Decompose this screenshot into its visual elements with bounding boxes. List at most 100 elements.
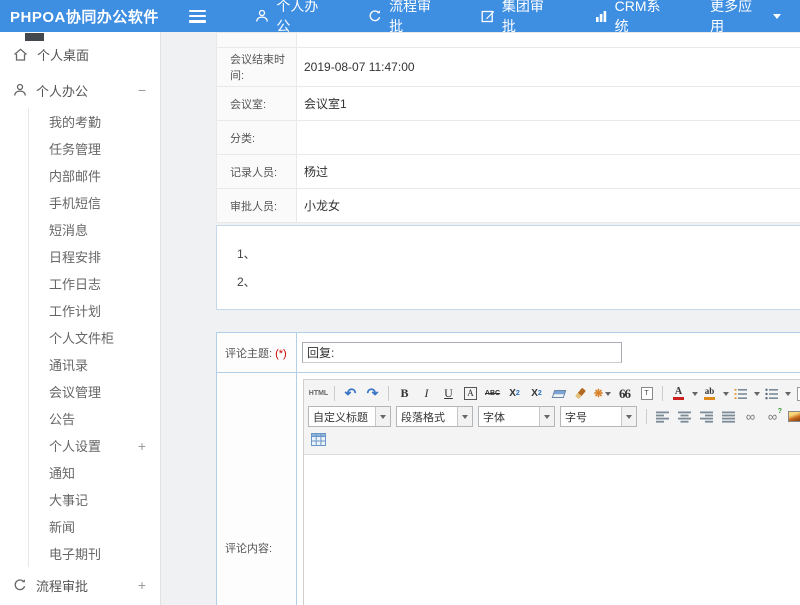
sidebar-item-announcements[interactable]: 公告 (29, 405, 160, 432)
expand-toggle[interactable]: + (138, 439, 146, 453)
nav-crm[interactable]: CRM系统 (575, 0, 692, 32)
sidebar-item-notifications[interactable]: 通知 (29, 459, 160, 486)
superscript-button[interactable]: X2 (504, 384, 525, 404)
align-right-icon[interactable] (696, 407, 717, 427)
unordered-list-button[interactable] (761, 384, 782, 404)
table-row-partial (217, 33, 800, 48)
eraser-icon[interactable] (548, 384, 569, 404)
sidebar-item-label: 通讯录 (49, 355, 88, 374)
chevron-down-icon (773, 14, 781, 19)
font-family-select[interactable]: 字体 (478, 406, 555, 427)
rich-text-editor: HTML ↶ ↷ B I U A ABC X2 (303, 379, 800, 605)
sidebar-item-tasks[interactable]: 任务管理 (29, 135, 160, 162)
meeting-detail-table: 会议结束时间: 2019-08-07 11:47:00 会议室: 会议室1 分类… (216, 32, 800, 223)
sidebar-item-personal-office[interactable]: 个人办公 − (0, 72, 160, 108)
field-value: 小龙女 (297, 189, 800, 223)
sidebar-item-meetings[interactable]: 会议管理 (29, 378, 160, 405)
expand-toggle[interactable]: + (138, 578, 146, 592)
sidebar-submenu: 我的考勤 任务管理 内部邮件 手机短信 短消息 日程安排 工作日志 工作计划 个… (28, 108, 160, 567)
italic-button[interactable]: I (416, 384, 437, 404)
top-navbar: PHPOA协同办公软件 个人办公 流程审批 集团审批 CRM系统 (0, 0, 800, 32)
chevron-down-icon[interactable] (621, 407, 636, 426)
scroll-artifact (25, 33, 44, 41)
sidebar-item-label: 公告 (49, 409, 75, 428)
align-center-icon[interactable] (674, 407, 695, 427)
sidebar-item-internal-mail[interactable]: 内部邮件 (29, 162, 160, 189)
sidebar-item-label: 日程安排 (49, 247, 101, 266)
html-source-button[interactable]: HTML (308, 384, 329, 404)
sidebar-item-news[interactable]: 新闻 (29, 513, 160, 540)
editor-content[interactable] (304, 455, 800, 605)
sidebar-item-contacts[interactable]: 通讯录 (29, 351, 160, 378)
subscript-button[interactable]: X2 (526, 384, 547, 404)
table-row: 会议室: 会议室1 (217, 87, 800, 121)
collapse-toggle[interactable]: − (138, 83, 146, 97)
field-label: 会议室: (217, 87, 297, 121)
font-size-select[interactable]: 字号 (560, 406, 637, 427)
app-logo: PHPOA协同办公软件 (0, 6, 175, 27)
sidebar-item-file-cabinet[interactable]: 个人文件柜 (29, 324, 160, 351)
sidebar-item-memorabilia[interactable]: 大事记 (29, 486, 160, 513)
table-row: 分类: (217, 121, 800, 155)
sidebar-item-label: 会议管理 (49, 382, 101, 401)
summary-line: 2、 (237, 268, 800, 296)
sidebar-item-short-message[interactable]: 短消息 (29, 216, 160, 243)
redo-icon[interactable]: ↷ (362, 384, 383, 404)
summary-line: 1、 (237, 240, 800, 268)
link-icon[interactable]: ∞ (740, 407, 761, 427)
field-label: 记录人员: (217, 155, 297, 189)
hamburger-menu-icon[interactable] (189, 10, 207, 23)
sidebar-item-workflow-approval[interactable]: 流程审批 + (0, 567, 160, 603)
person-icon (255, 9, 269, 23)
unlink-icon[interactable]: ∞? (762, 407, 783, 427)
align-left-icon[interactable] (652, 407, 673, 427)
font-color-button[interactable]: A (668, 384, 689, 404)
sidebar-item-sms[interactable]: 手机短信 (29, 189, 160, 216)
sidebar-item-schedule[interactable]: 日程安排 (29, 243, 160, 270)
nav-more-apps[interactable]: 更多应用 (691, 0, 800, 32)
font-border-button[interactable]: A (464, 387, 477, 400)
nav-workflow-approval[interactable]: 流程审批 (349, 0, 462, 32)
chevron-down-icon[interactable] (375, 407, 390, 426)
insert-table-icon[interactable] (308, 430, 329, 450)
sidebar-item-label: 任务管理 (49, 139, 101, 158)
auto-typeset-button[interactable]: ❋ (592, 384, 613, 404)
format-brush-icon[interactable] (570, 384, 591, 404)
sidebar-item-work-plan[interactable]: 工作计划 (29, 297, 160, 324)
sidebar-item-label: 个人办公 (36, 81, 88, 100)
new-page-icon[interactable] (792, 384, 800, 404)
comment-subject-input[interactable] (302, 342, 622, 363)
sidebar-item-label: 个人设置 (49, 436, 101, 455)
underline-button[interactable]: U (438, 384, 459, 404)
sidebar-item-personal-settings[interactable]: 个人设置 + (29, 432, 160, 459)
chevron-down-icon (692, 392, 698, 396)
edit-icon (481, 9, 495, 23)
chevron-down-icon (723, 392, 729, 396)
highlight-color-button[interactable]: ab (699, 384, 720, 404)
sidebar-item-e-journal[interactable]: 电子期刊 (29, 540, 160, 567)
bold-button[interactable]: B (394, 384, 415, 404)
ordered-list-button[interactable] (730, 384, 751, 404)
field-label: 会议结束时间: (217, 48, 297, 87)
sidebar-item-attendance[interactable]: 我的考勤 (29, 108, 160, 135)
chevron-down-icon[interactable] (539, 407, 554, 426)
insert-image-icon[interactable] (784, 407, 800, 427)
nav-group-approval[interactable]: 集团审批 (462, 0, 575, 32)
chevron-down-icon[interactable] (457, 407, 472, 426)
strikethrough-button[interactable]: ABC (482, 384, 503, 404)
justify-icon[interactable] (718, 407, 739, 427)
blockquote-button[interactable]: 66 (614, 384, 635, 404)
editor-toolbar: HTML ↶ ↷ B I U A ABC X2 (304, 380, 800, 455)
sidebar-item-work-log[interactable]: 工作日志 (29, 270, 160, 297)
sidebar-item-label: 大事记 (49, 490, 88, 509)
paste-word-icon[interactable]: T (636, 384, 657, 404)
heading-style-select[interactable]: 自定义标题 (308, 406, 391, 427)
comment-subject-row: 评论主题:(*) (217, 333, 800, 373)
nav-personal-office[interactable]: 个人办公 (236, 0, 349, 32)
sidebar-item-desktop[interactable]: 个人桌面 (0, 36, 160, 72)
nav-label: 更多应用 (710, 0, 764, 36)
undo-icon[interactable]: ↶ (340, 384, 361, 404)
paragraph-format-select[interactable]: 段落格式 (396, 406, 473, 427)
field-value: 2019-08-07 11:47:00 (297, 48, 800, 87)
field-value: 杨过 (297, 155, 800, 189)
